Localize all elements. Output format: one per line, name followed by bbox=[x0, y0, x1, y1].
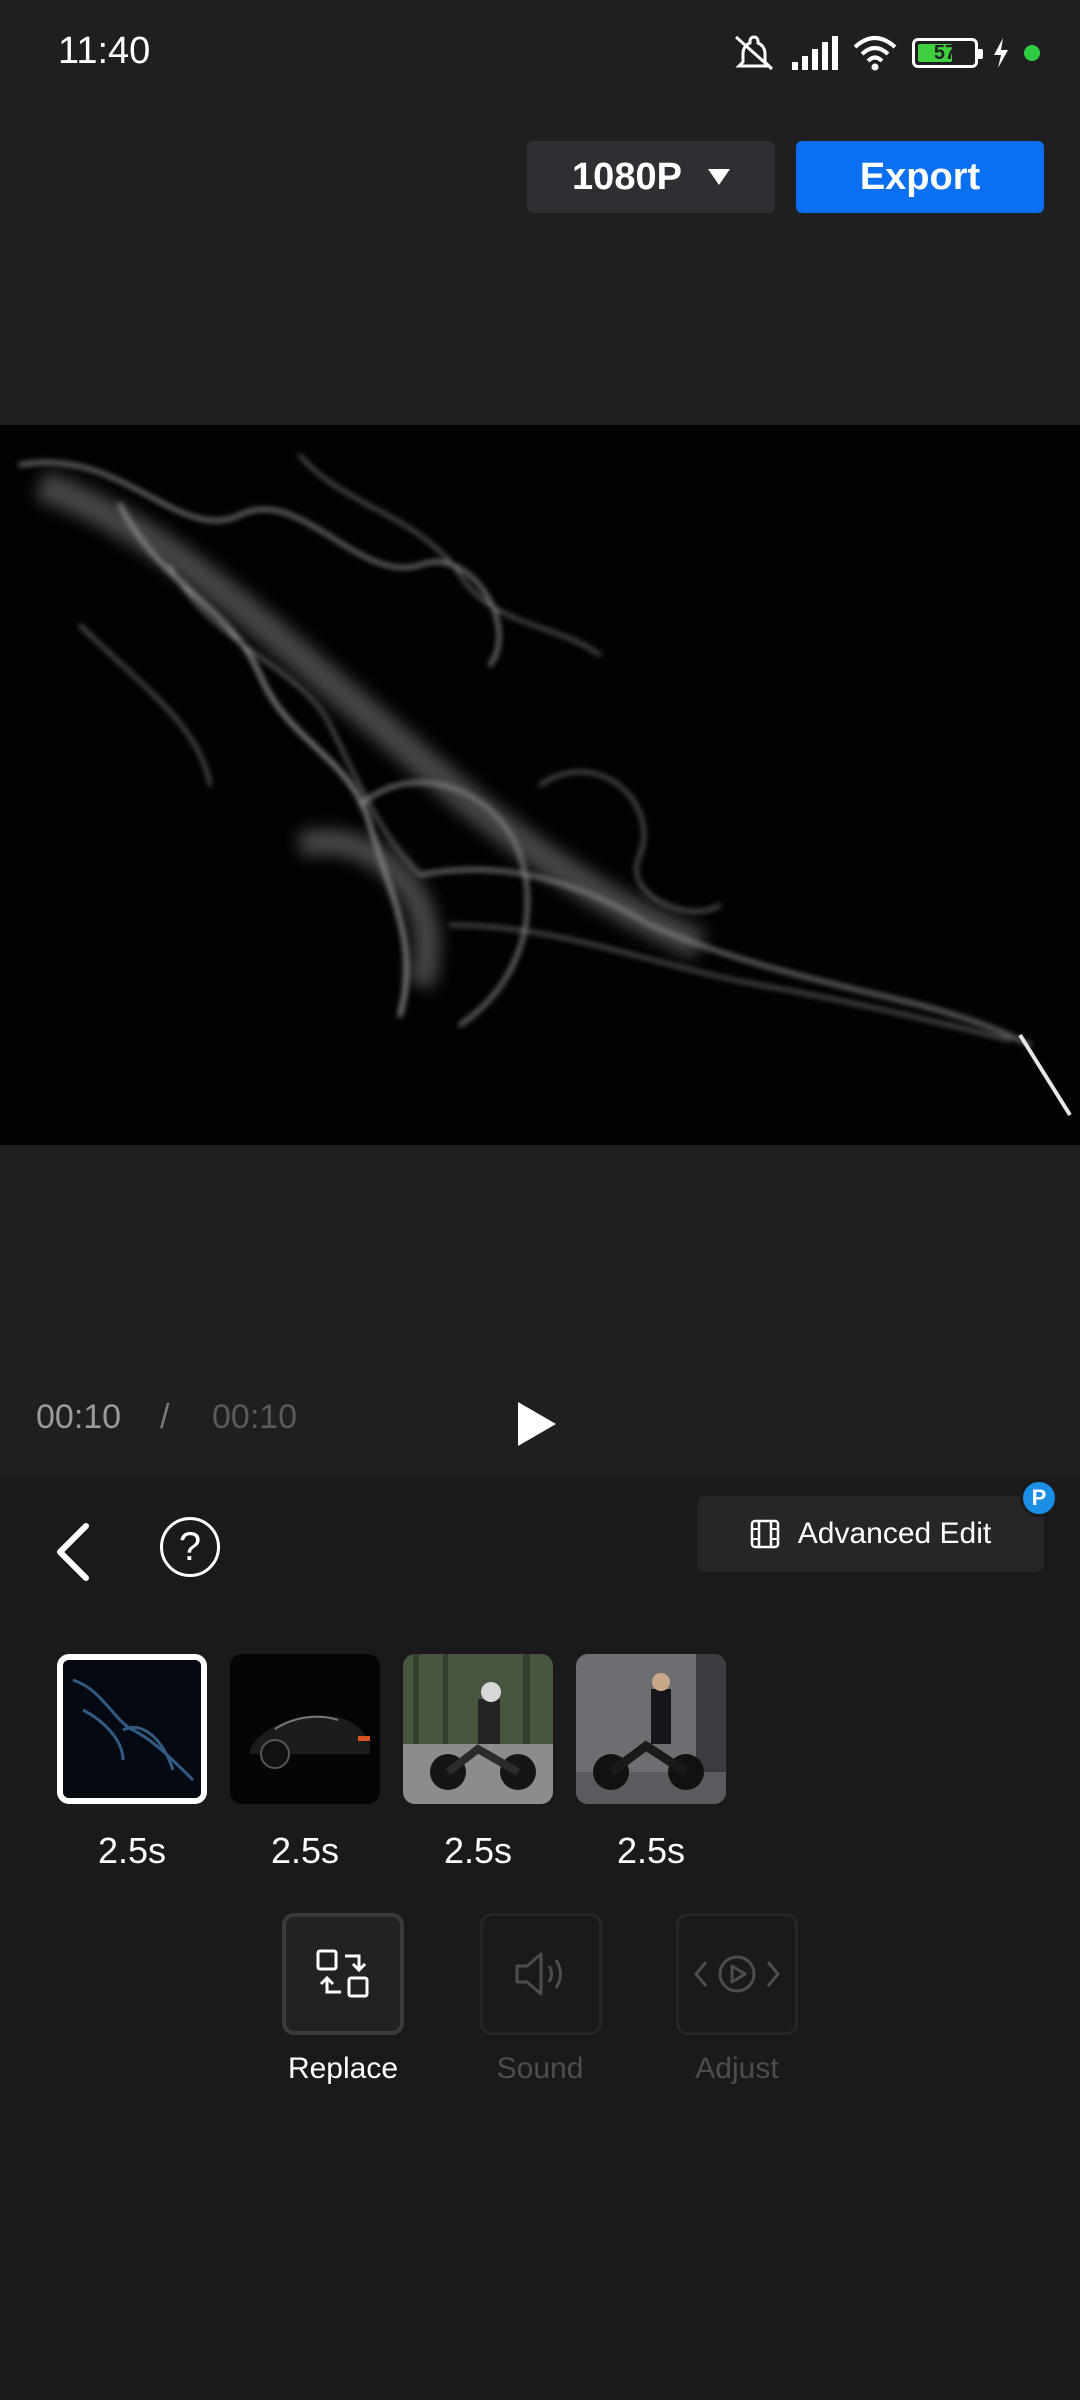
export-button[interactable]: Export bbox=[796, 141, 1044, 213]
clip-duration: 2.5s bbox=[270, 1830, 340, 1871]
clip-duration: 2.5s bbox=[616, 1830, 686, 1871]
replace-button[interactable] bbox=[282, 1913, 404, 2035]
status-time: 11:40 bbox=[58, 30, 151, 72]
pro-badge: P bbox=[1020, 1479, 1058, 1517]
play-button[interactable] bbox=[512, 1398, 562, 1450]
time-separator: / bbox=[160, 1398, 170, 1436]
caret-down-icon bbox=[707, 169, 730, 185]
status-dot bbox=[1024, 45, 1040, 61]
current-time: 00:10 bbox=[36, 1398, 122, 1436]
clip-thumbnail-smoke[interactable] bbox=[57, 1654, 207, 1804]
adjust-label: Adjust bbox=[695, 2052, 779, 2085]
total-time: 00:10 bbox=[212, 1398, 298, 1436]
advanced-edit-label: Advanced Edit bbox=[797, 1517, 992, 1550]
resolution-dropdown[interactable]: 1080P bbox=[527, 141, 775, 213]
smoke-thumbnail bbox=[63, 1660, 201, 1798]
smoke-image bbox=[18, 454, 1072, 1117]
clip-duration: 2.5s bbox=[97, 1830, 167, 1871]
back-button[interactable] bbox=[50, 1520, 98, 1584]
adjust-icon bbox=[694, 1955, 780, 1993]
adjust-button[interactable] bbox=[676, 1913, 798, 2035]
wifi-icon bbox=[853, 36, 897, 71]
help-icon: ? bbox=[178, 1524, 202, 1569]
clip-thumbnail-car[interactable] bbox=[230, 1654, 380, 1804]
signal-icon bbox=[792, 36, 838, 70]
charging-icon bbox=[994, 38, 1008, 68]
status-icons: 57 bbox=[732, 30, 1040, 76]
sound-button[interactable] bbox=[480, 1913, 602, 2035]
replace-label: Replace bbox=[287, 2052, 399, 2085]
video-preview[interactable] bbox=[0, 425, 1080, 1145]
mute-icon bbox=[735, 35, 773, 71]
clip-thumbnail-moto-forest[interactable] bbox=[403, 1654, 553, 1804]
speaker-icon bbox=[515, 1952, 562, 1996]
motorcycle-forest-thumbnail bbox=[403, 1654, 553, 1804]
film-icon bbox=[750, 1519, 780, 1549]
help-button[interactable]: ? bbox=[160, 1517, 220, 1577]
play-icon bbox=[518, 1402, 556, 1446]
replace-icon bbox=[316, 1949, 369, 1998]
clip-thumbnail-moto-wall[interactable] bbox=[576, 1654, 726, 1804]
advanced-edit-button[interactable]: Advanced Edit bbox=[697, 1496, 1044, 1572]
clip-duration: 2.5s bbox=[443, 1830, 513, 1871]
resolution-label: 1080P bbox=[572, 155, 682, 198]
motorcycle-wall-thumbnail bbox=[576, 1654, 726, 1804]
sound-label: Sound bbox=[496, 2052, 584, 2085]
car-thumbnail bbox=[230, 1654, 380, 1804]
chevron-left-icon bbox=[57, 1523, 89, 1581]
battery-icon: 57 bbox=[912, 38, 983, 68]
battery-level: 57 bbox=[933, 41, 957, 64]
